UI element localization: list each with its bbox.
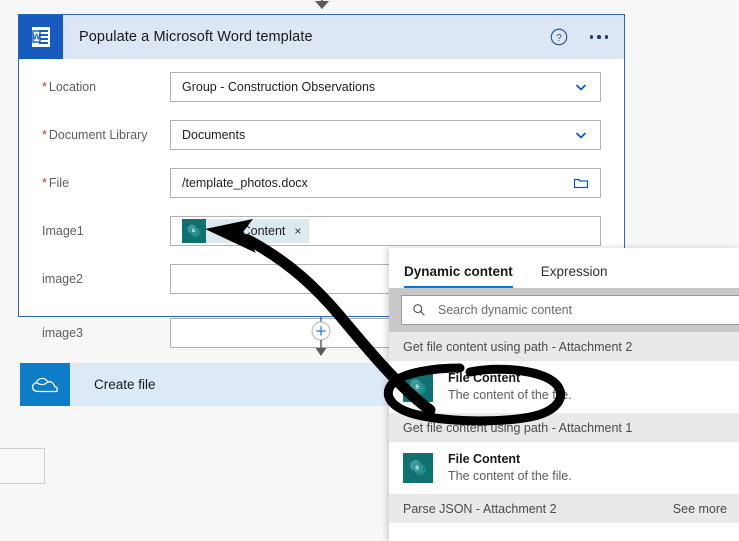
document-library-value: Documents bbox=[182, 128, 246, 142]
item-text: File Content The content of the file. bbox=[448, 451, 572, 485]
card-header[interactable]: W Populate a Microsoft Word template ? bbox=[19, 15, 624, 59]
field-label-image2: image2 bbox=[42, 272, 83, 286]
file-value: /template_photos.docx bbox=[182, 176, 308, 190]
search-input[interactable]: Search dynamic content bbox=[401, 295, 739, 325]
field-row-file: * File /template_photos.docx bbox=[19, 167, 624, 199]
field-row-image1: Image1 s File Content × bbox=[19, 215, 624, 247]
file-input[interactable]: /template_photos.docx bbox=[170, 168, 601, 198]
item-title: File Content bbox=[448, 452, 521, 467]
search-placeholder: Search dynamic content bbox=[438, 303, 573, 317]
dynamic-content-panel[interactable]: Dynamic content Expression Search dynami… bbox=[389, 248, 739, 541]
location-value: Group - Construction Observations bbox=[182, 80, 376, 94]
location-input[interactable]: Group - Construction Observations bbox=[170, 72, 601, 102]
dynamic-content-item-file-content-attachment1[interactable]: s File Content The content of the file. bbox=[389, 442, 739, 494]
group-header-label: Get file content using path - Attachment… bbox=[403, 339, 633, 354]
field-row-location: * Location Group - Construction Observati… bbox=[19, 71, 624, 103]
item-text: File Content The content of the file. bbox=[448, 370, 572, 404]
see-more-link[interactable]: See more bbox=[673, 502, 727, 516]
required-marker: * bbox=[42, 128, 47, 142]
svg-text:?: ? bbox=[556, 33, 562, 44]
svg-text:W: W bbox=[33, 33, 41, 42]
svg-text:s: s bbox=[415, 462, 419, 471]
search-bar-container: Search dynamic content bbox=[389, 288, 739, 332]
ellipsis-icon[interactable] bbox=[588, 29, 611, 45]
token-remove-icon[interactable]: × bbox=[294, 225, 301, 237]
document-library-input[interactable]: Documents bbox=[170, 120, 601, 150]
item-title: File Content bbox=[448, 371, 521, 386]
dynamic-content-tabs[interactable]: Dynamic content Expression bbox=[389, 248, 739, 288]
onedrive-icon bbox=[20, 363, 70, 406]
word-icon: W bbox=[19, 15, 63, 59]
field-label-document-library: * Document Library bbox=[42, 128, 148, 142]
item-subtitle: The content of the file. bbox=[448, 388, 572, 402]
token-label: File Content bbox=[218, 224, 286, 238]
dynamic-token-file-content[interactable]: s File Content × bbox=[182, 219, 310, 243]
dynamic-content-item-file-content-attachment2[interactable]: s File Content The content of the file. bbox=[389, 361, 739, 413]
svg-text:s: s bbox=[415, 381, 419, 390]
card-header-actions[interactable]: ? bbox=[550, 15, 611, 59]
field-label-image1: Image1 bbox=[42, 224, 84, 238]
image1-input[interactable]: s File Content × bbox=[170, 216, 601, 246]
chevron-down-icon[interactable] bbox=[562, 121, 600, 149]
partial-card-stub[interactable] bbox=[0, 448, 45, 484]
field-row-document-library: * Document Library Documents bbox=[19, 119, 624, 151]
field-label-file: * File bbox=[42, 176, 70, 190]
dynamic-content-group-header: Parse JSON - Attachment 2 See more bbox=[389, 494, 739, 523]
group-header-label: Parse JSON - Attachment 2 bbox=[403, 501, 557, 516]
required-marker: * bbox=[42, 80, 47, 94]
dynamic-content-group-header: Get file content using path - Attachment… bbox=[389, 413, 739, 442]
card-title: Populate a Microsoft Word template bbox=[79, 29, 313, 45]
tab-dynamic-content[interactable]: Dynamic content bbox=[404, 264, 513, 288]
add-step-connector[interactable] bbox=[305, 317, 337, 367]
help-circle-icon[interactable]: ? bbox=[550, 28, 568, 46]
dynamic-content-group-header: Get file content using path - Attachment… bbox=[389, 332, 739, 361]
search-icon bbox=[413, 304, 425, 316]
group-header-label: Get file content using path - Attachment… bbox=[403, 420, 633, 435]
top-connector-arrow-icon bbox=[315, 0, 329, 9]
chevron-down-icon[interactable] bbox=[562, 73, 600, 101]
sharepoint-icon: s bbox=[403, 453, 433, 483]
folder-icon[interactable] bbox=[562, 169, 600, 197]
required-marker: * bbox=[42, 176, 47, 190]
sharepoint-icon: s bbox=[182, 219, 206, 243]
field-label-image3: image3 bbox=[42, 326, 83, 340]
create-file-title: Create file bbox=[94, 377, 156, 392]
field-label-location: * Location bbox=[42, 80, 97, 94]
item-subtitle: The content of the file. bbox=[448, 469, 572, 483]
sharepoint-icon: s bbox=[403, 372, 433, 402]
tab-expression[interactable]: Expression bbox=[541, 264, 608, 288]
